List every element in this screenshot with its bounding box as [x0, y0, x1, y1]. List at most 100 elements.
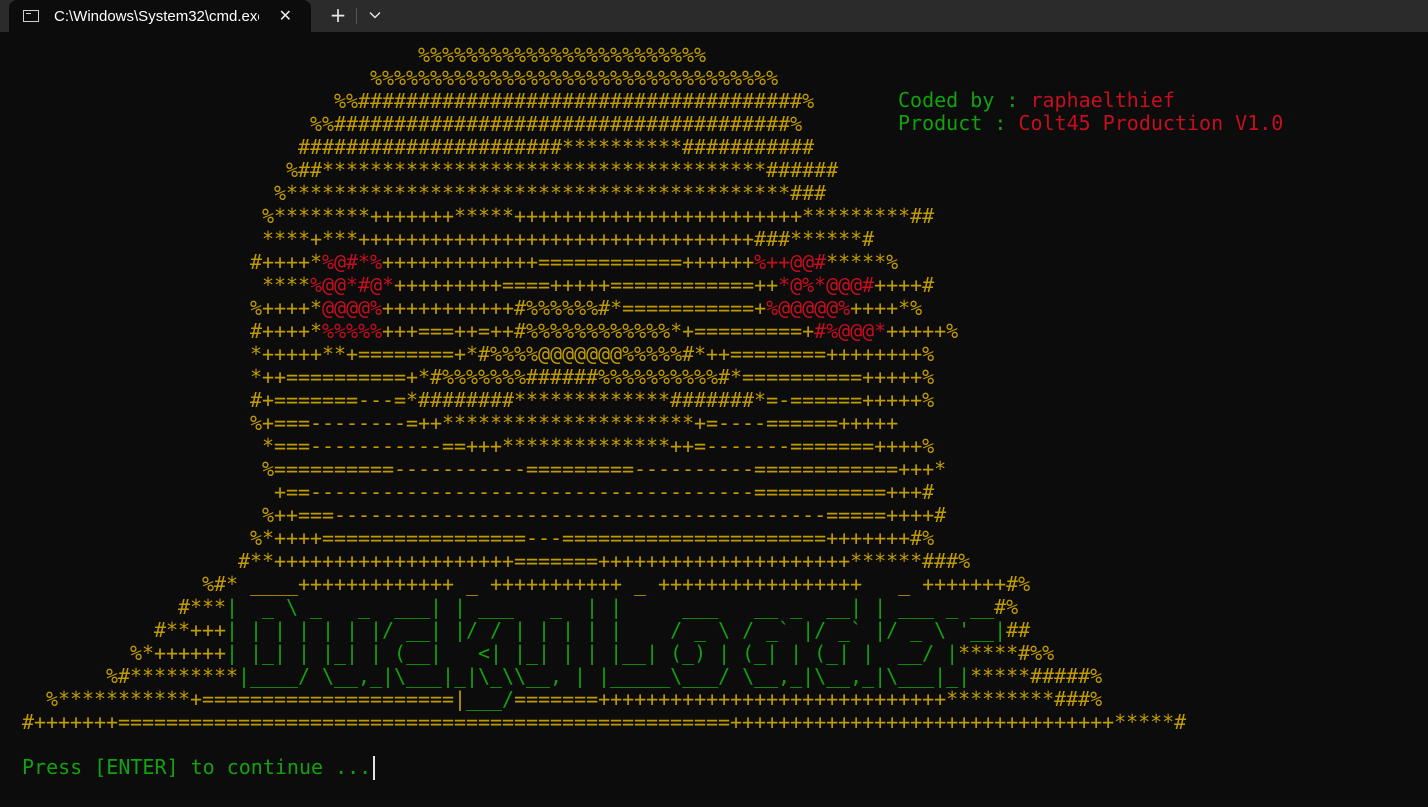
ascii-art-segment: %%%%%%%%%%%%%%%%%%%%%%%%%%%%%%%%%%	[22, 66, 779, 90]
ascii-art-segment: @@@@%	[322, 296, 383, 320]
ascii-art-line: #++++*%%%%%+++===++=++#%%%%%%%%%%%%*+===…	[22, 320, 958, 343]
ascii-art-segment: %%#####################################%	[22, 89, 815, 113]
product-value: Colt45 Production V1.0	[1018, 111, 1284, 135]
ascii-art-segment: %%%%%%%%%%%%%%%%%%%%%%%%	[22, 43, 707, 67]
ascii-art-line: %##*************************************…	[22, 159, 838, 182]
ascii-art-segment: #**++++++++++++++++++++=======++++++++++…	[22, 549, 971, 573]
ascii-art-segment: | |_| | |_| | (__| <| |_| | | |__| (_) |…	[226, 641, 959, 665]
ascii-art-line: %%%%%%%%%%%%%%%%%%%%%%%%%%%%%%%%%%	[22, 67, 778, 90]
ascii-art-line: %%#####################################%	[22, 90, 814, 113]
ascii-art-segment: %##*************************************…	[22, 158, 839, 182]
ascii-art-segment: #+++++++================================…	[22, 710, 1187, 734]
ascii-art-segment: *+++++**+========+*#%%%%@@@@@@@%%%%%#*++…	[22, 342, 935, 366]
ascii-art-line: #+++++++================================…	[22, 711, 1186, 734]
tab-cmd[interactable]: C:\Windows\System32\cmd.exe ✕	[9, 0, 311, 32]
ascii-art-segment: %++@@#	[754, 250, 827, 274]
ascii-art-segment: #%@@@*	[814, 319, 887, 343]
ascii-art-line: %********+++++++*****+++++++++++++++++++…	[22, 205, 934, 228]
ascii-art-segment: +++++++++++++============++++++	[382, 250, 755, 274]
text-cursor	[373, 756, 376, 780]
ascii-art-segment: %#* ____+++++++++++++ _ +++++++++++ _ ++…	[22, 572, 1031, 596]
ascii-art-segment: ___/	[466, 687, 515, 711]
ascii-art-segment: %++===----------------------------------…	[22, 503, 947, 527]
ascii-art-segment: %%%%%	[322, 319, 383, 343]
ascii-art-segment: +++++%	[886, 319, 959, 343]
ascii-art-line: #++++*%@#*%+++++++++++++============++++…	[22, 251, 898, 274]
ascii-art-segment: #***	[22, 595, 227, 619]
ascii-art-segment: *****#####%	[970, 664, 1103, 688]
ascii-art-segment: %#*********	[22, 664, 239, 688]
ascii-art-segment: *++==========+*#%%%%%%%######%%%%%%%%%%#…	[22, 365, 935, 389]
close-icon[interactable]: ✕	[279, 4, 292, 28]
ascii-art-segment: %*++++=================---==============…	[22, 526, 935, 550]
coded-by-value: raphaelthief	[1030, 88, 1175, 112]
prompt-text: Press [ENTER] to continue ...	[22, 755, 372, 779]
ascii-art-segment: *****%	[826, 250, 899, 274]
ascii-art-line: #**++++++++++++++++++++=======++++++++++…	[22, 550, 970, 573]
ascii-art-segment: *****#%%	[958, 641, 1055, 665]
ascii-art-segment: %***************************************…	[22, 181, 827, 205]
ascii-art-line: %==========-----------=========---------…	[22, 458, 946, 481]
ascii-art-segment: %==========-----------=========---------…	[22, 457, 947, 481]
ascii-art-segment: #++++*	[22, 319, 323, 343]
ascii-art-line: ****+***++++++++++++++++++++++++++++++++…	[22, 228, 874, 251]
ascii-art-segment: %@#*%	[322, 250, 383, 274]
ascii-art-line: %*++++=================---==============…	[22, 527, 934, 550]
title-bar: C:\Windows\System32\cmd.exe ✕ +	[0, 0, 1428, 32]
ascii-art-segment: %***********+=====================|	[22, 687, 467, 711]
ascii-art-segment: %@@@@@%	[766, 296, 851, 320]
ascii-art-segment: +++++++++++#%%%%%%#*===========+	[382, 296, 767, 320]
ascii-art-segment: #++++*	[22, 250, 323, 274]
tab-title: C:\Windows\System32\cmd.exe	[54, 7, 259, 25]
ascii-art-line: *===-----------==+++**************++=---…	[22, 435, 934, 458]
ascii-art-line: %%######################################…	[22, 113, 802, 136]
ascii-art-segment: #%	[994, 595, 1019, 619]
ascii-art-line: #**+++| | | | | | |/ __| |/ / | | | | | …	[22, 619, 1030, 642]
chevron-down-icon[interactable]	[362, 2, 388, 28]
ascii-art-line: %++===----------------------------------…	[22, 504, 946, 527]
ascii-art-segment: ##	[1006, 618, 1031, 642]
ascii-art-segment: %@@*#@*	[310, 273, 395, 297]
coded-by-label: Coded by :	[898, 88, 1031, 112]
plus-icon[interactable]: +	[324, 2, 352, 28]
ascii-art-line: %++++*@@@@%+++++++++++#%%%%%%#*=========…	[22, 297, 922, 320]
continue-prompt: Press [ENTER] to continue ...	[22, 755, 376, 780]
ascii-art-line: #+=======---=*########*************#####…	[22, 389, 934, 412]
ascii-art-segment: +==-------------------------------------…	[22, 480, 935, 504]
ascii-art-segment: *===-----------==+++**************++=---…	[22, 434, 935, 458]
ascii-art-segment: | _ \ _ _ ___| | ___ _ | | ___ __ _ __| …	[226, 595, 995, 619]
ascii-art-line: +==-------------------------------------…	[22, 481, 934, 504]
ascii-art-segment: |____/ \__,_|\___|_|\_\\__, | |_____\___…	[238, 664, 971, 688]
ascii-art-line: *++==========+*#%%%%%%%######%%%%%%%%%%#…	[22, 366, 934, 389]
ascii-art-line: %***************************************…	[22, 182, 826, 205]
ascii-art-segment: %+===--------=++*********************+=-…	[22, 411, 899, 435]
ascii-art-segment: %********+++++++*****+++++++++++++++++++…	[22, 204, 935, 228]
ascii-art-segment: #**+++	[22, 618, 227, 642]
ascii-art-segment: ######################**********########…	[22, 135, 815, 159]
ascii-art-line: %***********+=====================|___/=…	[22, 688, 1102, 711]
product-label: Product :	[898, 111, 1019, 135]
ascii-art-line: #***| _ \ _ _ ___| | ___ _ | | ___ __ _ …	[22, 596, 1018, 619]
terminal-output[interactable]: %%%%%%%%%%%%%%%%%%%%%%%% %%%%%%%%%%%%%%%…	[0, 32, 1428, 807]
tab-separator	[356, 8, 357, 24]
ascii-art-segment: +++===++=++#%%%%%%%%%%%%*+=========+	[382, 319, 815, 343]
ascii-art-line: %*++++++| |_| | |_| | (__| <| |_| | | |_…	[22, 642, 1054, 665]
ascii-art-line: %#*********|____/ \__,_|\___|_|\_\\__, |…	[22, 665, 1102, 688]
ascii-art-line: %+===--------=++*********************+=-…	[22, 412, 898, 435]
ascii-art-line: ######################**********########…	[22, 136, 814, 159]
ascii-art-segment: ****	[22, 273, 311, 297]
ascii-art-segment: ++++*%	[850, 296, 923, 320]
ascii-art-segment: ****+***++++++++++++++++++++++++++++++++…	[22, 227, 875, 251]
ascii-art-segment: #+=======---=*########*************#####…	[22, 388, 935, 412]
coded-by-line: Coded by : raphaelthief	[898, 89, 1175, 112]
ascii-art-segment: ++++#	[874, 273, 935, 297]
ascii-art-segment: +++++++++====+++++============++	[394, 273, 779, 297]
ascii-art-segment: %*++++++	[22, 641, 227, 665]
ascii-art-line: %%%%%%%%%%%%%%%%%%%%%%%%	[22, 44, 706, 67]
ascii-art-segment: %%######################################…	[22, 112, 803, 136]
ascii-art-segment: *@%*@@@#	[778, 273, 875, 297]
ascii-art-line: ****%@@*#@*+++++++++====+++++===========…	[22, 274, 934, 297]
ascii-art-segment: %++++*	[22, 296, 323, 320]
ascii-art-line: *+++++**+========+*#%%%%@@@@@@@%%%%%#*++…	[22, 343, 934, 366]
product-line: Product : Colt45 Production V1.0	[898, 112, 1283, 135]
